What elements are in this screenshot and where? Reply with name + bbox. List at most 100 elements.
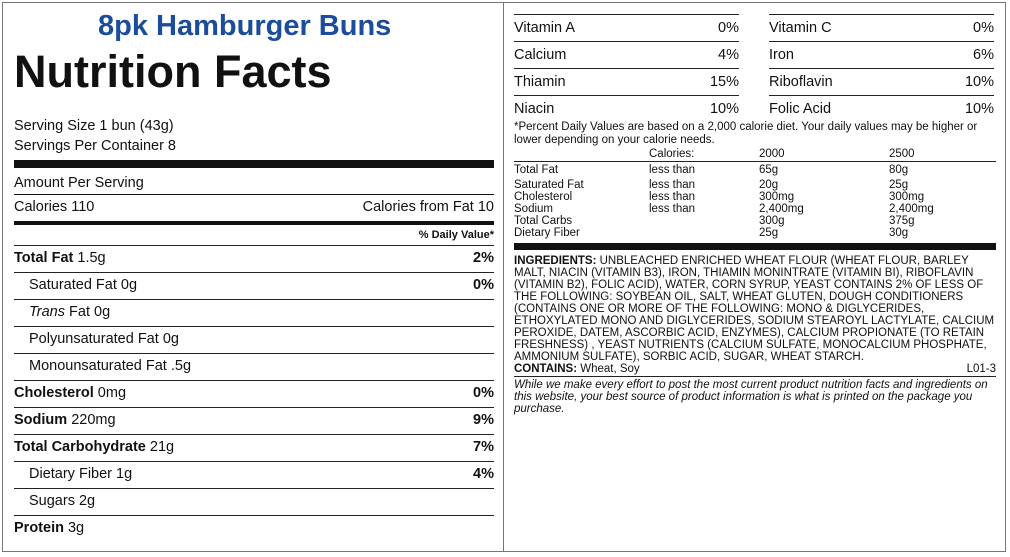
nutrient-row-protein: Protein 3g (14, 515, 494, 542)
vitamins-left-column: Vitamin A 0% Calcium 4% Thiamin 15% Niacin 1… (514, 14, 739, 122)
nutrition-facts-title: Nutrition Facts (14, 46, 332, 97)
vitamin-name: Vitamin C (769, 20, 832, 36)
vitamin-name: Calcium (514, 47, 567, 63)
nutrient-row-sodium: Sodium 220mg 9% (14, 407, 494, 434)
nutrient-name: Total Fat (14, 250, 74, 266)
calories-from-fat: Calories from Fat 10 (362, 199, 494, 215)
dv-cell: 25g (759, 227, 779, 239)
nutrient-amount: 2g (78, 493, 96, 509)
panel-divider (503, 2, 504, 552)
nutrient-name: Sugars (29, 493, 75, 509)
nutrient-amount: 1g (116, 466, 133, 482)
vitamin-pct: 0% (718, 20, 739, 36)
dv-cell: 20g (759, 179, 779, 191)
nutrient-amount: 0mg (97, 385, 127, 401)
dv-cell: 2,400mg (759, 203, 804, 215)
vitamin-name: Vitamin A (514, 20, 575, 36)
vitamin-pct: 10% (709, 101, 739, 117)
dv-header-2500: 2500 (889, 148, 915, 160)
dv-cell: 30g (889, 227, 909, 239)
nutrient-amount: 220mg (71, 412, 116, 428)
product-title: 8pk Hamburger Buns (98, 10, 392, 42)
nutrient-pct: 0% (473, 385, 494, 401)
amount-per-serving: Amount Per Serving (14, 175, 144, 191)
nutrient-row-sugars: Sugars 2g (14, 488, 494, 515)
dv-cell: less than (649, 179, 696, 191)
nutrient-pct: 0% (473, 277, 494, 293)
vitamin-row: Vitamin A 0% (514, 14, 739, 41)
nutrient-row-dietary-fiber: Dietary Fiber 1g 4% (14, 461, 494, 488)
vitamin-name: Folic Acid (769, 101, 832, 117)
ingredients-text: UNBLEACHED ENRICHED WHEAT FLOUR (WHEAT F… (514, 255, 995, 363)
dv-cell: Saturated Fat (514, 179, 584, 191)
thin-rule (14, 194, 494, 195)
dv-cell: 80g (889, 164, 909, 176)
nutrient-name: Protein (14, 520, 64, 536)
dv-cell: Dietary Fiber (514, 227, 580, 239)
nutrient-name: Cholesterol (14, 385, 94, 401)
contains-line: CONTAINS: Wheat, Soy L01-3 (514, 363, 996, 375)
daily-value-header: % Daily Value* (418, 229, 494, 241)
nutrient-amount: 3g (67, 520, 85, 536)
vitamins-right-column: Vitamin C 0% Iron 6% Riboflavin 10% Folic A… (769, 14, 994, 122)
nutrient-name: Total Carbohydrate (14, 439, 146, 455)
dv-cell: Total Fat (514, 164, 559, 176)
calories: Calories 110 (14, 199, 95, 215)
dv-header-2000: 2000 (759, 148, 785, 160)
medium-rule (14, 221, 494, 225)
vitamin-pct: 10% (964, 101, 994, 117)
dv-cell: less than (649, 164, 696, 176)
nutrient-row-total-fat: Total Fat 1.5g 2% (14, 245, 494, 272)
vitamin-pct: 4% (718, 47, 739, 63)
nutrient-row-cholesterol: Cholesterol 0mg 0% (14, 380, 494, 407)
vitamin-pct: 10% (964, 74, 994, 90)
nutrient-name: Sodium (14, 412, 68, 428)
vitamin-row: Calcium 4% (514, 41, 739, 68)
vitamin-row: Riboflavin 10% (769, 68, 994, 95)
nutrient-name: Trans (29, 304, 65, 320)
nutrient-amount: 0g (120, 277, 138, 293)
product-code: L01-3 (966, 363, 996, 375)
dv-cell: 25g (889, 179, 909, 191)
nutrient-row-polyunsaturated-fat: Polyunsaturated Fat 0g (14, 326, 494, 353)
nutrient-pct: 9% (473, 412, 494, 428)
ingredients-label: INGREDIENTS: (514, 255, 597, 267)
vitamin-name: Iron (769, 47, 794, 63)
contains-label: CONTAINS: (514, 363, 578, 375)
nutrient-amount: 1.5g (77, 250, 106, 266)
dv-cell: Total Carbs (514, 215, 573, 227)
ingredients: INGREDIENTS: UNBLEACHED ENRICHED WHEAT F… (514, 255, 996, 363)
nutrient-row-saturated-fat: Saturated Fat 0g 0% (14, 272, 494, 299)
vitamin-row: Niacin 10% (514, 95, 739, 122)
calories-row: Calories 110 Calories from Fat 10 (14, 199, 494, 215)
vitamin-name: Niacin (514, 101, 555, 117)
daily-value-footnote: *Percent Daily Values are based on a 2,0… (514, 121, 978, 146)
dv-cell: Sodium (514, 203, 553, 215)
vitamin-row: Vitamin C 0% (769, 14, 994, 41)
serving-size: Serving Size 1 bun (43g) (14, 118, 174, 134)
vitamin-name: Riboflavin (769, 74, 833, 90)
dv-cell: Cholesterol (514, 191, 573, 203)
dv-table-rule (514, 161, 996, 162)
vitamin-row: Thiamin 15% (514, 68, 739, 95)
nutrient-pct: 4% (473, 466, 494, 482)
vitamin-name: Thiamin (514, 74, 566, 90)
disclaimer: While we make every effort to post the m… (514, 379, 988, 415)
nutrient-row-trans-fat: Trans Fat 0g (14, 299, 494, 326)
contains-text: Wheat, Soy (580, 363, 640, 375)
nutrient-row-monounsaturated-fat: Monounsaturated Fat .5g (14, 353, 494, 380)
nutrient-amount: 0g (162, 331, 179, 347)
vitamin-pct: 15% (709, 74, 739, 90)
vitamin-pct: 6% (973, 47, 994, 63)
servings-per-container: Servings Per Container 8 (14, 138, 176, 154)
dv-cell: less than (649, 191, 696, 203)
dv-cell: 300mg (759, 191, 795, 203)
dv-cell: 375g (889, 215, 915, 227)
dv-cell: 65g (759, 164, 779, 176)
dv-cell: 2,400mg (889, 203, 934, 215)
nutrient-name: Dietary Fiber (29, 466, 112, 482)
dv-header-calories: Calories: (649, 148, 695, 160)
nutrient-amount: .5g (170, 358, 192, 374)
dv-cell: 300mg (889, 191, 925, 203)
thin-rule (514, 376, 996, 377)
